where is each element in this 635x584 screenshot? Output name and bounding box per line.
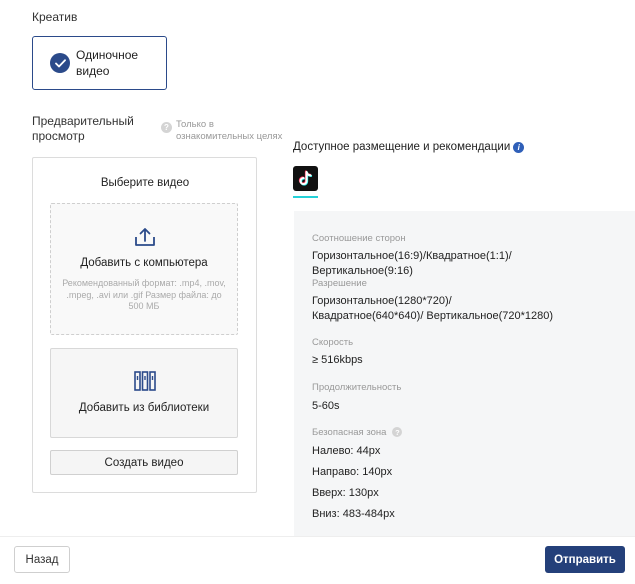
placement-title-text: Доступное размещение и рекомендации <box>293 141 511 153</box>
back-button[interactable]: Назад <box>14 546 70 573</box>
question-icon[interactable]: ? <box>392 427 403 438</box>
info-icon[interactable]: i <box>513 141 525 153</box>
submit-button[interactable]: Отправить <box>545 546 625 573</box>
safe-zone-left: Налево: 44px <box>312 445 381 457</box>
single-video-option[interactable]: Одиночное видео <box>32 36 167 90</box>
video-panel-title: Выберите видео <box>100 177 190 189</box>
add-from-library-button[interactable]: Добавить из библиотеки <box>50 348 238 438</box>
spec-label-duration: Продолжительность <box>312 382 402 393</box>
upload-icon <box>133 226 157 253</box>
preview-label: Предварительный просмотр <box>32 114 134 143</box>
single-video-label: Одиночное видео <box>76 48 139 78</box>
creative-section-label: Креатив <box>32 10 78 24</box>
tiktok-icon[interactable] <box>293 166 318 191</box>
spec-value-resolution: Горизонтальное(1280*720)/Квадратное(640*… <box>312 295 554 322</box>
spec-value-bitrate: ≥ 516kbps <box>312 354 363 366</box>
safe-zone-top: Вверх: 130px <box>312 487 379 499</box>
tiktok-tab-underline <box>293 196 318 198</box>
create-video-button[interactable]: Создать видео <box>50 450 238 475</box>
library-title: Добавить из библиотеки <box>78 402 210 414</box>
library-icon <box>133 370 157 397</box>
spec-value-duration: 5-60s <box>312 400 340 412</box>
safe-zone-right: Направо: 140px <box>312 466 393 478</box>
specs-panel: Соотношение сторон Горизонтальное(16:9)/… <box>294 211 635 541</box>
spec-label-resolution: Разрешение <box>312 278 367 289</box>
upload-format-hint: Рекомендованный формат: .mp4, .mov, .mpe… <box>62 278 226 311</box>
footer-bar <box>0 536 635 584</box>
placement-title: Доступное размещение и рекомендации i <box>293 141 525 153</box>
spec-label-aspect-ratio: Соотношение сторон <box>312 233 406 244</box>
safe-zone-label-text: Безопасная зона <box>312 427 387 438</box>
safe-zone-bottom: Вниз: 483-484px <box>312 508 395 520</box>
spec-value-aspect-ratio: Горизонтальное(16:9)/Квадратное(1:1)/Вер… <box>312 250 512 277</box>
safe-zone-label: Безопасная зона? <box>312 427 403 438</box>
preview-hint: Только в ознакомительных целях <box>176 119 283 142</box>
upload-title: Добавить с компьютера <box>80 257 208 269</box>
upload-from-computer-dropzone[interactable]: Добавить с компьютера Рекомендованный фо… <box>50 203 238 335</box>
checkmark-icon <box>50 53 70 73</box>
spec-label-bitrate: Скорость <box>312 337 354 348</box>
question-icon[interactable]: ? <box>161 122 172 133</box>
